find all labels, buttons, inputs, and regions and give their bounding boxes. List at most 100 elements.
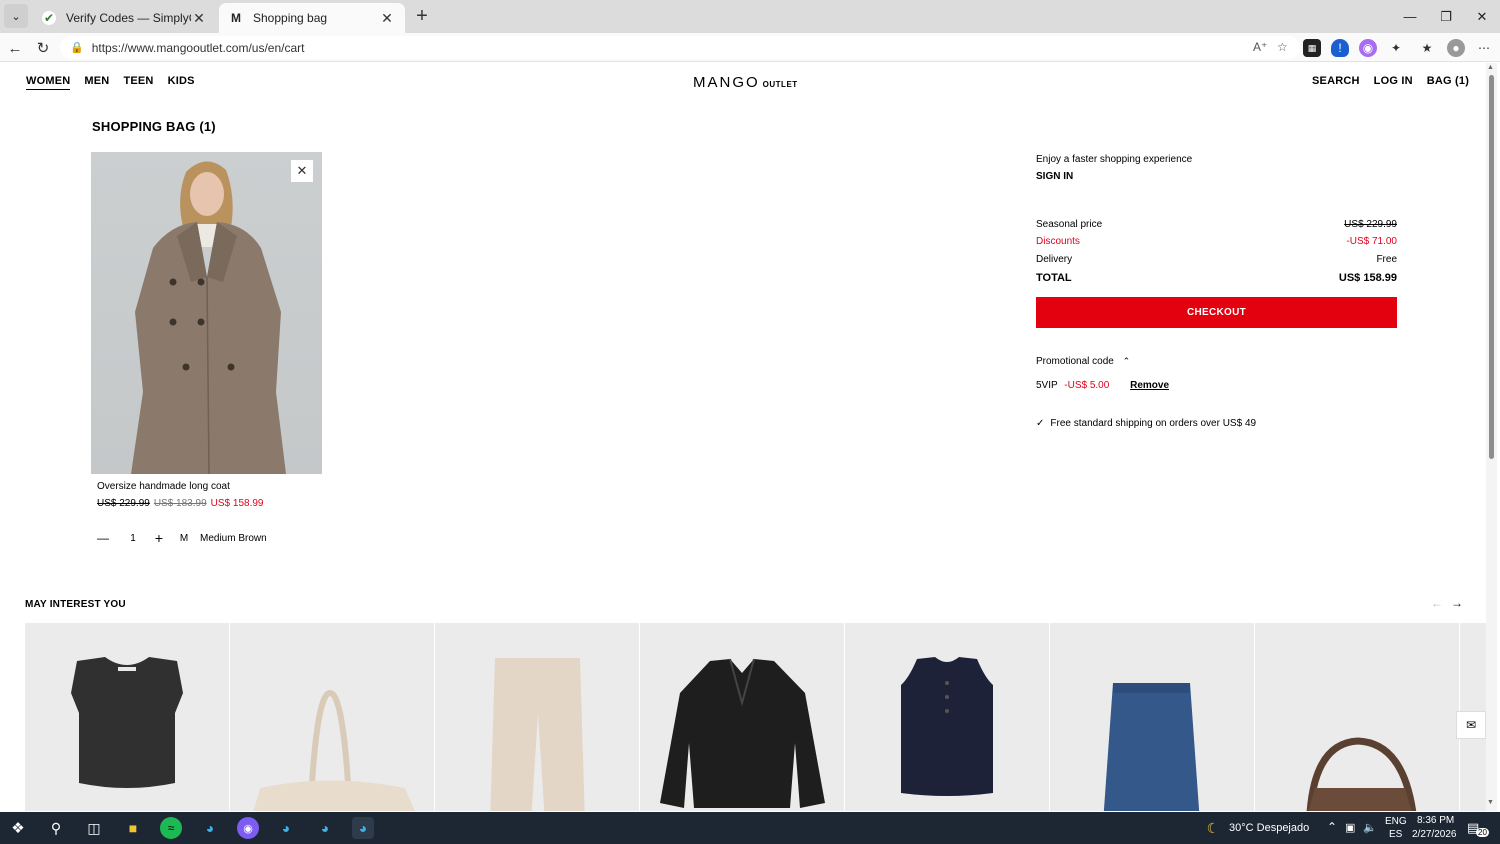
tab-title: Shopping bag bbox=[253, 11, 328, 25]
scrollbar-thumb[interactable] bbox=[1489, 75, 1494, 459]
spotify-icon[interactable]: ≈ bbox=[160, 817, 182, 839]
nav-search[interactable]: SEARCH bbox=[1312, 75, 1360, 87]
minimize-icon[interactable]: — bbox=[1392, 0, 1428, 33]
scroll-up-icon[interactable]: ▲ bbox=[1487, 64, 1494, 71]
summary-value: -US$ 71.00 bbox=[1346, 236, 1397, 247]
reload-icon[interactable]: ↻ bbox=[31, 36, 55, 60]
tab-shopping-bag[interactable]: M Shopping bag ✕ bbox=[219, 3, 405, 33]
summary-row-seasonal: Seasonal price US$ 229.99 bbox=[1036, 219, 1397, 230]
profile-avatar-icon[interactable]: ● bbox=[1447, 39, 1465, 57]
denim-skirt-illustration bbox=[1103, 683, 1200, 811]
lang-bottom[interactable]: ES bbox=[1389, 829, 1402, 840]
product-card[interactable] bbox=[1050, 623, 1254, 811]
checkmark-icon: ✓ bbox=[1036, 418, 1045, 429]
summary-label: Delivery bbox=[1036, 254, 1073, 265]
nav-kids[interactable]: KIDS bbox=[168, 75, 195, 90]
summary-value: Free bbox=[1376, 254, 1397, 265]
page-scrollbar[interactable]: ▲ ▼ bbox=[1486, 63, 1497, 811]
read-aloud-icon[interactable]: A⁺ bbox=[1253, 40, 1267, 54]
qty-minus-icon[interactable]: — bbox=[97, 531, 121, 545]
file-explorer-icon[interactable]: ■ bbox=[122, 817, 144, 839]
product-carousel bbox=[25, 623, 1486, 811]
recommendations-title: MAY INTEREST YOU bbox=[25, 599, 126, 610]
summary-row-discounts: Discounts -US$ 71.00 bbox=[1036, 236, 1397, 247]
windows-start-icon[interactable]: ❖ bbox=[7, 817, 29, 839]
logo-sub: OUTLET bbox=[762, 80, 798, 89]
remove-item-close-icon[interactable]: ✕ bbox=[291, 160, 313, 182]
nav-teen[interactable]: TEEN bbox=[123, 75, 153, 90]
product-name[interactable]: Oversize handmade long coat bbox=[97, 481, 230, 492]
account-nav: SEARCH LOG IN BAG (1) bbox=[1312, 75, 1469, 87]
leather-jacket-illustration bbox=[660, 658, 825, 808]
address-toolbar: ← ↻ 🔒 https://www.mangooutlet.com/us/en/… bbox=[0, 33, 1500, 62]
qty-plus-icon[interactable]: + bbox=[145, 530, 173, 546]
product-card[interactable] bbox=[640, 623, 844, 811]
carousel-prev-arrow-icon[interactable]: ← bbox=[1431, 596, 1443, 610]
summary-row-delivery: Delivery Free bbox=[1036, 254, 1397, 265]
product-image[interactable]: ✕ bbox=[91, 152, 322, 474]
price-outlet: US$ 183.99 bbox=[153, 498, 207, 509]
summary-label: Seasonal price bbox=[1036, 219, 1103, 230]
logo-main: MANGO bbox=[693, 74, 760, 91]
back-arrow-icon[interactable]: ← bbox=[3, 36, 27, 60]
shopping-bag-title: SHOPPING BAG (1) bbox=[92, 119, 216, 134]
edge-browser-icon[interactable]: ◕ bbox=[314, 817, 336, 839]
restore-icon[interactable]: ❐ bbox=[1428, 0, 1464, 33]
item-color[interactable]: Medium Brown bbox=[200, 533, 267, 544]
edge-browser-icon[interactable]: ◕ bbox=[199, 817, 221, 839]
price-original: US$ 229.99 bbox=[97, 498, 150, 509]
new-tab-plus-icon[interactable]: + bbox=[410, 4, 434, 28]
lang-top[interactable]: ENG bbox=[1385, 816, 1407, 827]
summary-value: US$ 158.99 bbox=[1338, 272, 1397, 284]
price-final: US$ 158.99 bbox=[210, 498, 264, 509]
search-icon[interactable]: ⚲ bbox=[45, 817, 67, 839]
product-card[interactable] bbox=[25, 623, 229, 811]
split-screen-icon[interactable]: ▦ bbox=[1303, 39, 1321, 57]
close-window-icon[interactable]: ✕ bbox=[1464, 0, 1500, 33]
nav-bag[interactable]: BAG (1) bbox=[1427, 75, 1469, 87]
close-tab-icon[interactable]: ✕ bbox=[379, 10, 395, 27]
network-icon[interactable]: ▣ bbox=[1345, 821, 1355, 834]
handbag-illustration bbox=[1306, 737, 1417, 811]
product-card[interactable] bbox=[230, 623, 434, 811]
promo-code-toggle[interactable]: Promotional code ⌃ bbox=[1036, 356, 1396, 367]
sign-in-link[interactable]: SIGN IN bbox=[1036, 171, 1396, 182]
promo-remove-link[interactable]: Remove bbox=[1130, 380, 1169, 391]
mango-outlet-logo[interactable]: MANGO OUTLET bbox=[693, 74, 798, 91]
more-menu-icon[interactable]: ⋯ bbox=[1475, 39, 1493, 57]
tray-chevron-up-icon[interactable]: ⌃ bbox=[1327, 820, 1337, 834]
moon-weather-icon: ☾ bbox=[1206, 819, 1220, 836]
favorite-star-icon[interactable]: ☆ bbox=[1277, 40, 1288, 54]
extensions-puzzle-icon[interactable]: ✦ bbox=[1387, 39, 1405, 57]
scroll-down-icon[interactable]: ▼ bbox=[1487, 799, 1494, 806]
carousel-next-arrow-icon[interactable]: → bbox=[1451, 596, 1463, 610]
nav-women[interactable]: WOMEN bbox=[26, 75, 71, 90]
notification-count: 20 bbox=[1476, 828, 1489, 837]
volume-icon[interactable]: 🔈 bbox=[1363, 821, 1377, 834]
task-view-icon[interactable]: ◫ bbox=[83, 817, 105, 839]
edge-browser-active-icon[interactable]: ◕ bbox=[352, 817, 374, 839]
weather-text[interactable]: 30°C Despejado bbox=[1229, 822, 1309, 834]
url-field[interactable]: 🔒 https://www.mangooutlet.com/us/en/cart… bbox=[60, 36, 1300, 59]
favorites-collection-icon[interactable]: ★ bbox=[1418, 39, 1436, 57]
shield-extension-icon[interactable]: ! bbox=[1331, 39, 1349, 57]
vest-top-illustration bbox=[71, 657, 183, 788]
edge-browser-icon[interactable]: ◕ bbox=[275, 817, 297, 839]
qty-value: 1 bbox=[130, 532, 136, 544]
carousel-arrows: ← → bbox=[1431, 596, 1463, 610]
tab-verify-codes[interactable]: ✔ Verify Codes — SimplyCodes ✕ bbox=[32, 3, 217, 33]
messenger-icon[interactable]: ◉ bbox=[237, 817, 259, 839]
product-card[interactable] bbox=[1255, 623, 1459, 811]
item-size[interactable]: M bbox=[173, 533, 195, 544]
nav-login[interactable]: LOG IN bbox=[1374, 75, 1413, 87]
clock-time[interactable]: 8:36 PM bbox=[1417, 815, 1454, 826]
close-tab-icon[interactable]: ✕ bbox=[191, 10, 207, 27]
chat-icon[interactable]: ✉ bbox=[1456, 711, 1486, 739]
tab-actions-chevron-icon[interactable]: ⌄ bbox=[4, 4, 28, 28]
clock-date[interactable]: 2/27/2026 bbox=[1412, 829, 1457, 840]
product-card[interactable] bbox=[435, 623, 639, 811]
copilot-extension-icon[interactable]: ◉ bbox=[1359, 39, 1377, 57]
nav-men[interactable]: MEN bbox=[84, 75, 109, 90]
checkout-button[interactable]: CHECKOUT bbox=[1036, 297, 1397, 328]
product-card[interactable] bbox=[845, 623, 1049, 811]
